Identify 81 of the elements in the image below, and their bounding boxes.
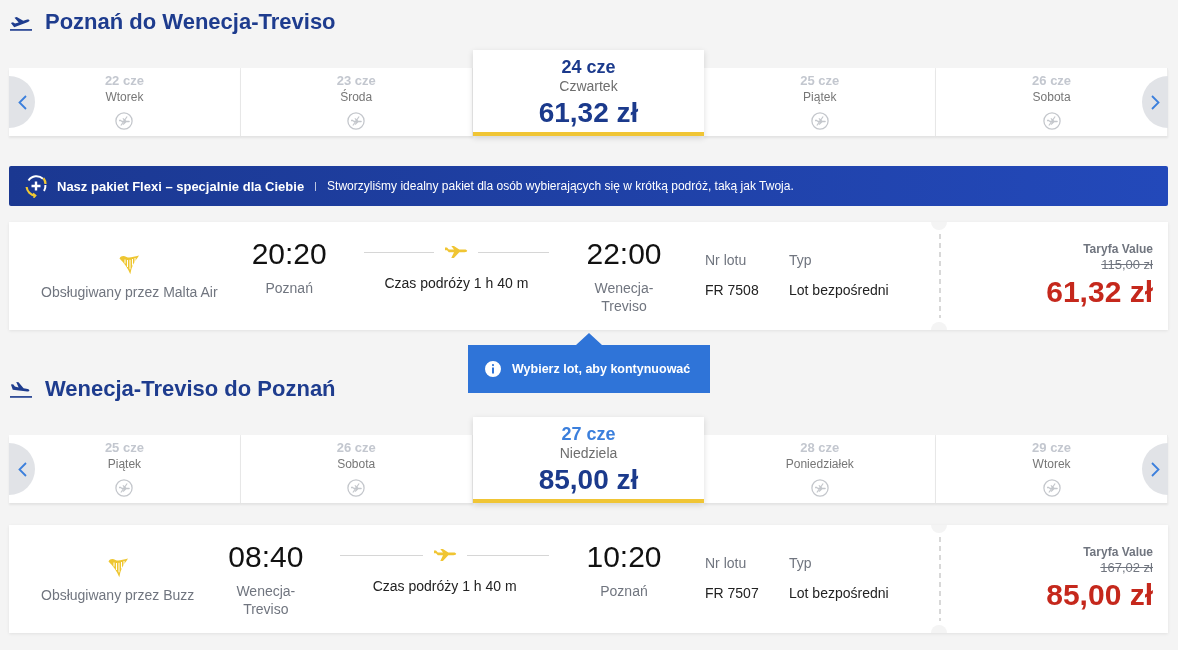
weekday-label: Środa [340, 89, 373, 105]
flight-type-label: Typ [789, 251, 813, 269]
date-tab[interactable]: 22 cze Wtorek [9, 68, 241, 136]
route-title: Poznań do Wenecja-Treviso [45, 10, 336, 34]
no-flight-icon [1042, 112, 1061, 130]
date-label: 28 cze [800, 440, 840, 456]
date-label: 24 cze [561, 57, 616, 77]
fare-label: Taryfa Value [1083, 544, 1153, 560]
price-label: 61,32 zł [538, 97, 639, 129]
date-tab[interactable]: 28 cze Poniedziałek [704, 435, 937, 503]
chevron-left-icon [17, 461, 27, 477]
flight-type: Lot bezpośredni [789, 281, 890, 299]
date-tab[interactable]: 25 cze Piątek [9, 435, 241, 503]
date-tab[interactable]: 29 cze Wtorek [936, 435, 1168, 503]
weekday-label: Wtorek [105, 89, 144, 105]
arrival-time: 10:20 [586, 539, 662, 575]
date-tab[interactable]: 25 cze Piątek [704, 68, 937, 136]
fare-label: Taryfa Value [1083, 241, 1153, 257]
chevron-right-icon [1150, 94, 1160, 110]
landing-icon [10, 380, 32, 398]
weekday-label: Czwartek [559, 77, 618, 95]
weekday-label: Sobota [337, 456, 376, 472]
chevron-left-icon [17, 94, 27, 110]
flight-number: FR 7507 [705, 584, 760, 602]
departure-time: 08:40 [228, 539, 304, 575]
departure-city: Wenecja-Treviso [235, 582, 297, 618]
departure-time: 20:20 [251, 236, 327, 272]
duration-label: Czas podróży 1 h 40 m [384, 274, 529, 292]
weekday-label: Wtorek [1032, 456, 1071, 472]
date-tab[interactable]: 27 cze Niedziela 85,00 zł [472, 417, 705, 503]
weekday-label: Piątek [107, 456, 142, 472]
fare-price: 85,00 zł [1046, 578, 1153, 612]
date-label: 26 cze [336, 440, 376, 456]
date-tab[interactable]: 26 cze Sobota [936, 68, 1168, 136]
no-flight-icon [810, 479, 829, 497]
date-tab[interactable]: 23 cze Środa [240, 68, 473, 136]
no-flight-icon [347, 112, 366, 130]
chevron-right-icon [1150, 461, 1160, 477]
flight-number-label: Nr lotu [705, 554, 748, 572]
weekday-label: Sobota [1032, 89, 1071, 105]
banner-title: Nasz pakiet Flexi – specjalnie dla Ciebie [57, 178, 305, 194]
flight-type-label: Typ [789, 554, 813, 572]
harp-icon [105, 556, 130, 578]
price-label: 85,00 zł [538, 464, 639, 496]
no-flight-icon [810, 112, 829, 130]
date-label: 25 cze [800, 73, 840, 89]
tooltip-text: Wybierz lot, aby kontynuować [512, 362, 691, 376]
flight-number-label: Nr lotu [705, 251, 748, 269]
arrival-city: Wenecja-Treviso [593, 279, 655, 315]
no-flight-icon [347, 479, 366, 497]
no-flight-icon [1042, 479, 1061, 497]
arrival-city: Poznań [600, 582, 648, 600]
fare-price: 61,32 zł [1046, 275, 1153, 309]
no-flight-icon [115, 479, 134, 497]
weekday-label: Piątek [803, 89, 837, 105]
plane-icon [432, 548, 457, 562]
date-label: 26 cze [1032, 73, 1072, 89]
date-label: 22 cze [104, 73, 144, 89]
flight-number: FR 7508 [705, 281, 760, 299]
date-label: 27 cze [561, 424, 616, 444]
departure-city: Poznań [265, 279, 313, 297]
date-tab[interactable]: 24 cze Czwartek 61,32 zł [472, 50, 705, 136]
old-price: 167,02 zł [1100, 560, 1153, 576]
arrival-time: 22:00 [586, 236, 662, 272]
plane-icon [444, 245, 469, 259]
no-flight-icon [115, 112, 134, 130]
date-label: 29 cze [1032, 440, 1072, 456]
operator-label: Obsługiwany przez Buzz [41, 586, 195, 604]
banner-text: Stworzyliśmy idealny pakiet dla osób wybierających się w krótką podróż, taką jak Twoja. [327, 179, 794, 193]
date-label: 23 cze [336, 73, 376, 89]
weekday-label: Niedziela [559, 444, 618, 462]
info-icon [485, 361, 501, 377]
operator-label: Obsługiwany przez Malta Air [41, 283, 218, 301]
date-label: 25 cze [104, 440, 144, 456]
duration-label: Czas podróży 1 h 40 m [372, 577, 517, 595]
date-tab[interactable]: 26 cze Sobota [240, 435, 473, 503]
weekday-label: Poniedziałek [785, 456, 854, 472]
flight-type: Lot bezpośredni [789, 584, 890, 602]
flexi-plus-icon [24, 174, 48, 198]
flight-card[interactable]: Obsługiwany przez Buzz 08:40 Wenecja-Treviso Czas podróży 1 h 40 m 10:20 Poznań Nr lotu FR 7507 Typ Lot bezpośredni Taryfa Value 167,02 zł 85,00 zł [9, 525, 1168, 633]
old-price: 115,00 zł [1101, 257, 1153, 273]
